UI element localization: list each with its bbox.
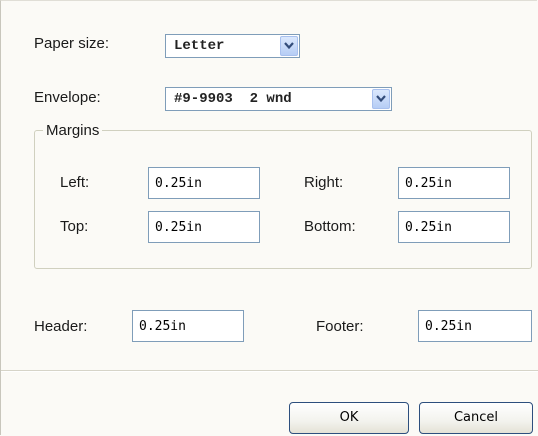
page-setup-dialog: Paper size: Letter Envelope: #9-9903 2 w… xyxy=(0,0,538,435)
chevron-down-icon[interactable] xyxy=(372,89,390,109)
envelope-value: #9-9903 2 wnd xyxy=(174,91,292,107)
paper-size-label: Paper size: xyxy=(34,35,110,52)
margin-left-input[interactable]: 0.25in xyxy=(148,167,260,199)
margins-legend: Margins xyxy=(46,122,100,139)
paper-size-select[interactable]: Letter xyxy=(165,34,300,58)
margin-left-label: Left: xyxy=(60,174,90,191)
margin-top-label: Top: xyxy=(60,218,89,235)
ok-button[interactable]: OK xyxy=(289,402,409,434)
footer-input[interactable]: 0.25in xyxy=(418,310,532,342)
margin-top-input[interactable]: 0.25in xyxy=(148,211,260,243)
paper-size-value: Letter xyxy=(174,38,225,54)
margin-bottom-label: Bottom: xyxy=(304,218,356,235)
margin-right-input[interactable]: 0.25in xyxy=(398,167,510,199)
margin-bottom-input[interactable]: 0.25in xyxy=(398,211,510,243)
margin-right-label: Right: xyxy=(304,174,344,191)
header-label: Header: xyxy=(34,318,88,335)
envelope-select[interactable]: #9-9903 2 wnd xyxy=(165,87,392,111)
button-separator xyxy=(1,370,538,372)
footer-label: Footer: xyxy=(316,318,364,335)
header-input[interactable]: 0.25in xyxy=(132,310,244,342)
chevron-down-icon[interactable] xyxy=(280,36,298,56)
envelope-label: Envelope: xyxy=(34,89,101,106)
cancel-button[interactable]: Cancel xyxy=(419,402,533,434)
